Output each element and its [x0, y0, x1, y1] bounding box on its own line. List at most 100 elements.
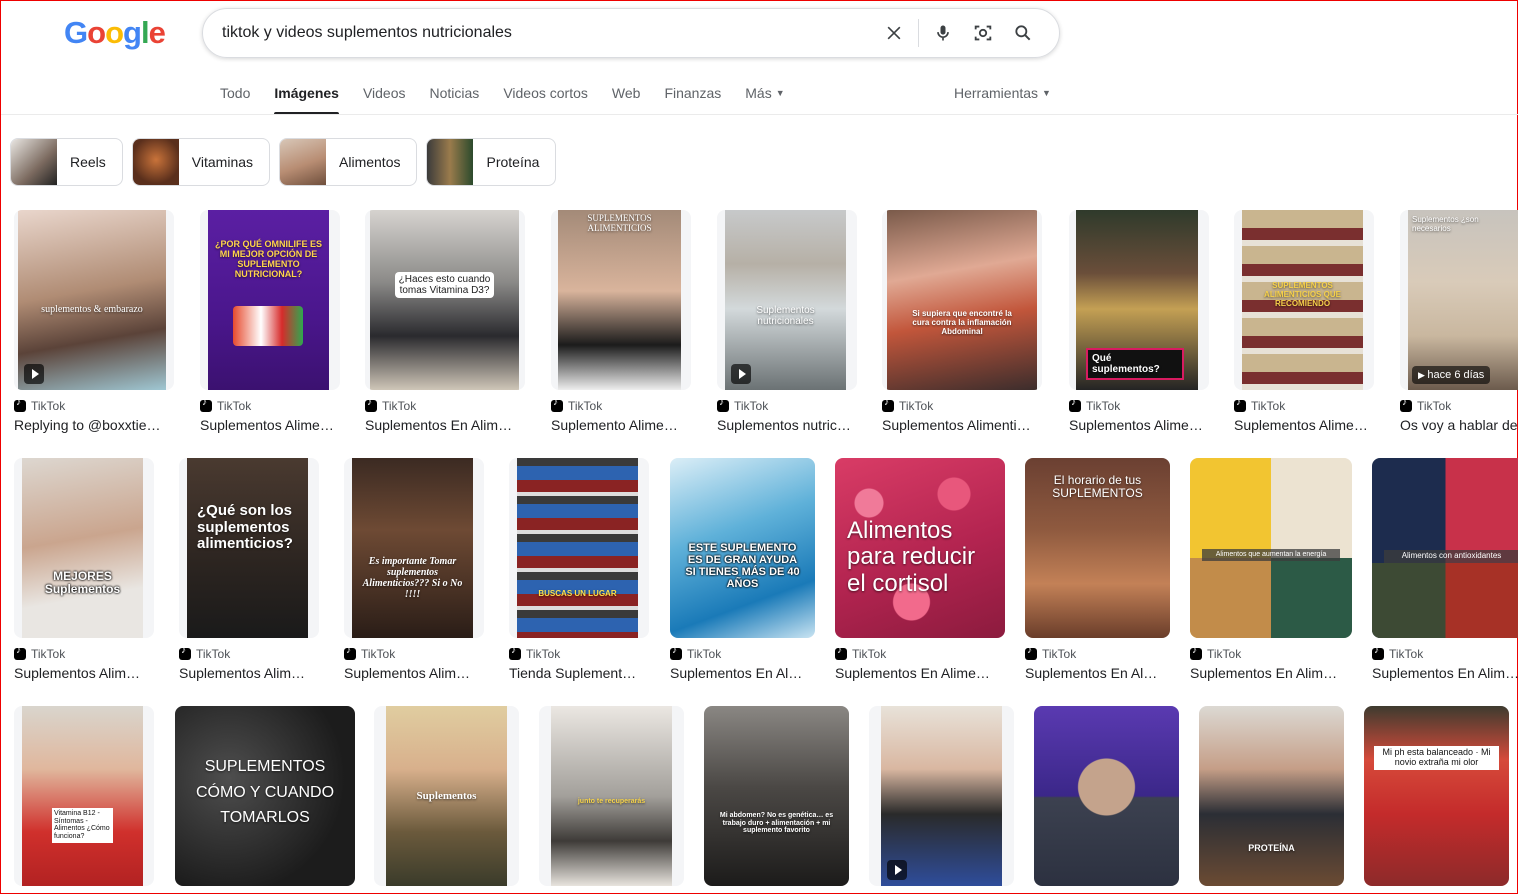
chip-vitaminas[interactable]: Vitaminas	[131, 138, 271, 186]
result-thumbnail: Es importante Tomar suplementos Alimenti…	[352, 458, 473, 638]
tiktok-icon	[200, 397, 212, 412]
tools-button[interactable]: Herramientas ▼	[954, 85, 1051, 101]
thumbnail-text: Alimentos que aumentan la energía	[1202, 549, 1340, 561]
tab-mas[interactable]: Más ▼	[745, 81, 784, 115]
thumbnail-text: Mi abdomen? No es genética… es trabajo d…	[719, 812, 834, 835]
image-result[interactable]: SUPLEMENTOS ALIMENTICIOS TikTok Suplemen…	[551, 210, 691, 435]
image-result[interactable]: ¿Qué son los suplementos alimenticios? T…	[179, 458, 319, 683]
tiktok-icon	[551, 397, 563, 412]
thumbnail-text: El horario de tus SUPLEMENTOS	[1052, 473, 1143, 501]
image-result[interactable]: Suplementos ¿son necesarios hace 6 días …	[1400, 210, 1518, 435]
source-name: TikTok	[1251, 399, 1286, 413]
result-thumbnail: SUPLEMENTOS ALIMENTICIOS QUE RECOMIENDO	[1242, 210, 1363, 390]
image-result[interactable]: suplementos & embarazo TikTok Replying t…	[14, 210, 174, 435]
image-result[interactable]: Qué suplementos? TikTok Suplementos Alim…	[1069, 210, 1209, 435]
tab-finanzas[interactable]: Finanzas	[664, 81, 721, 115]
age-badge: hace 6 días	[1412, 366, 1491, 384]
result-thumbnail: MEJORES Suplementos	[22, 458, 143, 638]
thumbnail-text: Suplementos ¿son necesarios	[1412, 215, 1479, 233]
chip-label: Vitaminas	[191, 154, 254, 170]
tab-videos[interactable]: Videos	[363, 81, 406, 115]
header-divider	[1, 114, 1518, 115]
thumbnail-text: SUPLEMENTOS ALIMENTICIOS	[587, 213, 652, 233]
result-title: Os voy a hablar de	[1400, 417, 1518, 433]
result-title: Suplementos Alime…	[1234, 417, 1368, 433]
tab-noticias[interactable]: Noticias	[430, 81, 480, 115]
result-source: TikTok	[365, 397, 416, 413]
image-result[interactable]: Es importante Tomar suplementos Alimenti…	[344, 458, 484, 683]
thumbnail-text: ¿Qué son los suplementos alimenticios?	[197, 502, 293, 552]
image-result[interactable]: MEJORES Suplementos TikTok Suplementos A…	[14, 458, 154, 683]
result-thumbnail: ¿Qué son los suplementos alimenticios?	[187, 458, 308, 638]
chip-thumbnail	[132, 139, 179, 185]
tab-imagenes[interactable]: Imágenes	[274, 81, 339, 115]
image-result[interactable]: ESTE SUPLEMENTO ES DE GRAN AYUDA SI TIEN…	[670, 458, 815, 683]
result-source: TikTok	[1190, 645, 1242, 661]
thumbnail-text: ESTE SUPLEMENTO ES DE GRAN AYUDA SI TIEN…	[685, 542, 800, 591]
logo-letter: o	[105, 15, 124, 50]
tools-label: Herramientas	[954, 85, 1039, 101]
result-source: TikTok	[882, 397, 933, 413]
chip-alimentos[interactable]: Alimentos	[279, 138, 418, 186]
result-title: Suplementos En Al…	[1025, 665, 1158, 681]
image-result[interactable]: Mi abdomen? No es genética… es trabajo d…	[704, 706, 849, 886]
image-result[interactable]: PROTEÍNA	[1199, 706, 1344, 886]
thumbnail-text: Mi ph esta balanceado · Mi novio extraña…	[1374, 746, 1499, 770]
tab-videos-cortos[interactable]: Videos cortos	[503, 81, 588, 115]
result-title: Replying to @boxxtie…	[14, 417, 161, 433]
chip-reels[interactable]: Reels	[10, 138, 123, 186]
tiktok-icon	[1025, 645, 1037, 660]
image-result[interactable]: Alimentos con antioxidantes TikTok Suple…	[1372, 458, 1518, 683]
tab-todo[interactable]: Todo	[220, 81, 250, 115]
source-name: TikTok	[568, 399, 603, 413]
image-result[interactable]: Suplementos nutricionales TikTok Supleme…	[717, 210, 857, 435]
logo-letter: G	[64, 15, 88, 50]
thumbnail-text: Si supiera que encontré la cura contra l…	[912, 309, 1012, 336]
image-result[interactable]: SUPLEMENTOS CÓMO Y CUANDO TOMARLOS	[175, 706, 355, 886]
tiktok-icon	[365, 397, 377, 412]
image-result[interactable]: junto te recuperarás	[539, 706, 684, 886]
result-thumbnail: Alimentos para reducir el cortisol	[835, 458, 1005, 638]
google-logo[interactable]: Google	[64, 15, 166, 51]
tiktok-icon	[1234, 397, 1246, 412]
image-result[interactable]: Alimentos que aumentan la energía TikTok…	[1190, 458, 1352, 683]
result-source: TikTok	[835, 645, 887, 661]
source-name: TikTok	[852, 647, 887, 661]
source-name: TikTok	[1207, 647, 1242, 661]
result-source: TikTok	[344, 645, 395, 661]
image-result[interactable]: SUPLEMENTOS ALIMENTICIOS QUE RECOMIENDO …	[1234, 210, 1374, 435]
result-thumbnail: Suplementos nutricionales	[725, 210, 846, 390]
result-thumbnail: suplementos & embarazo	[18, 210, 166, 390]
image-result[interactable]: Si supiera que encontré la cura contra l…	[882, 210, 1042, 435]
search-input[interactable]	[222, 24, 862, 42]
image-result[interactable]: Vitamina B12 -Síntomas -Alimentos ¿Cómo …	[14, 706, 154, 886]
chip-label: Alimentos	[339, 154, 401, 170]
image-result[interactable]: Mi ph esta balanceado · Mi novio extraña…	[1364, 706, 1509, 886]
source-name: TikTok	[1086, 399, 1121, 413]
result-thumbnail	[881, 706, 1002, 886]
image-result[interactable]: El horario de tus SUPLEMENTOS TikTok Sup…	[1025, 458, 1170, 683]
image-result[interactable]: Alimentos para reducir el cortisol TikTo…	[835, 458, 1005, 683]
chip-proteina[interactable]: Proteína	[426, 138, 557, 186]
thumbnail-text: Es importante Tomar suplementos Alimenti…	[362, 556, 463, 600]
image-result[interactable]: ¿POR QUÉ OMNILIFE ES MI MEJOR OPCIÓN DE …	[200, 210, 340, 435]
source-name: TikTok	[1389, 647, 1424, 661]
image-result[interactable]: Suplementos	[374, 706, 519, 886]
image-result[interactable]: ¿Haces esto cuando tomas Vitamina D3? Ti…	[365, 210, 525, 435]
microphone-icon[interactable]	[923, 13, 963, 53]
image-result[interactable]: BUSCAS UN LUGAR TikTok Tienda Suplement…	[509, 458, 649, 683]
logo-letter: l	[140, 15, 150, 50]
clear-icon[interactable]	[874, 13, 914, 53]
image-result[interactable]	[869, 706, 1014, 886]
thumbnail-text: suplementos & embarazo	[41, 304, 143, 315]
image-result[interactable]	[1034, 706, 1179, 886]
result-thumbnail: El horario de tus SUPLEMENTOS	[1025, 458, 1170, 638]
source-name: TikTok	[217, 399, 252, 413]
source-name: TikTok	[526, 647, 561, 661]
result-title: Suplementos Alime…	[1069, 417, 1203, 433]
search-icon[interactable]	[1003, 13, 1043, 53]
lens-camera-icon[interactable]	[963, 13, 1003, 53]
result-title: Suplementos Alime…	[200, 417, 334, 433]
source-name: TikTok	[31, 647, 66, 661]
tab-web[interactable]: Web	[612, 81, 641, 115]
